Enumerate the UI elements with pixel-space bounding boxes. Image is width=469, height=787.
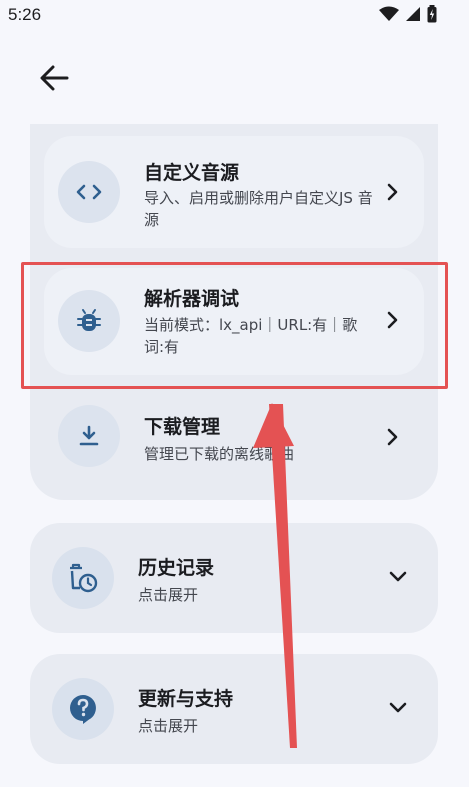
download-manager-item[interactable]: 下载管理 管理已下载的离线歌曲: [44, 392, 424, 482]
update-support-subtitle: 点击展开: [138, 717, 199, 735]
history-title: 历史记录: [138, 557, 215, 579]
code-icon: [58, 161, 120, 223]
download-icon: [58, 405, 120, 467]
download-manager-subtitle: 管理已下载的离线歌曲: [144, 445, 295, 463]
cellular-icon: [406, 7, 420, 21]
status-icons: [379, 5, 437, 23]
back-button[interactable]: [34, 60, 74, 96]
custom-source-subtitle: 导入、启用或删除用户自定义JS 音源: [144, 189, 373, 229]
highlight-box: [21, 262, 448, 389]
history-icon: [52, 547, 114, 609]
wifi-icon: [379, 6, 399, 21]
download-manager-title: 下载管理: [144, 416, 221, 438]
status-time: 5:26: [8, 5, 42, 24]
status-bar: 5:26: [0, 0, 469, 32]
chevron-down-icon: [388, 698, 408, 718]
custom-source-title: 自定义音源: [144, 162, 240, 184]
history-section[interactable]: 历史记录 点击展开: [30, 523, 438, 633]
help-bubble-icon: [52, 678, 114, 740]
update-support-title: 更新与支持: [138, 688, 234, 710]
chevron-right-icon: [384, 428, 402, 446]
chevron-right-icon: [384, 183, 402, 201]
custom-source-item[interactable]: 自定义音源 导入、启用或删除用户自定义JS 音源: [44, 136, 424, 248]
history-subtitle: 点击展开: [138, 586, 199, 604]
arrow-left-icon: [40, 65, 69, 91]
battery-icon: [427, 5, 437, 23]
chevron-down-icon: [388, 567, 408, 587]
update-support-section[interactable]: 更新与支持 点击展开: [30, 654, 438, 764]
